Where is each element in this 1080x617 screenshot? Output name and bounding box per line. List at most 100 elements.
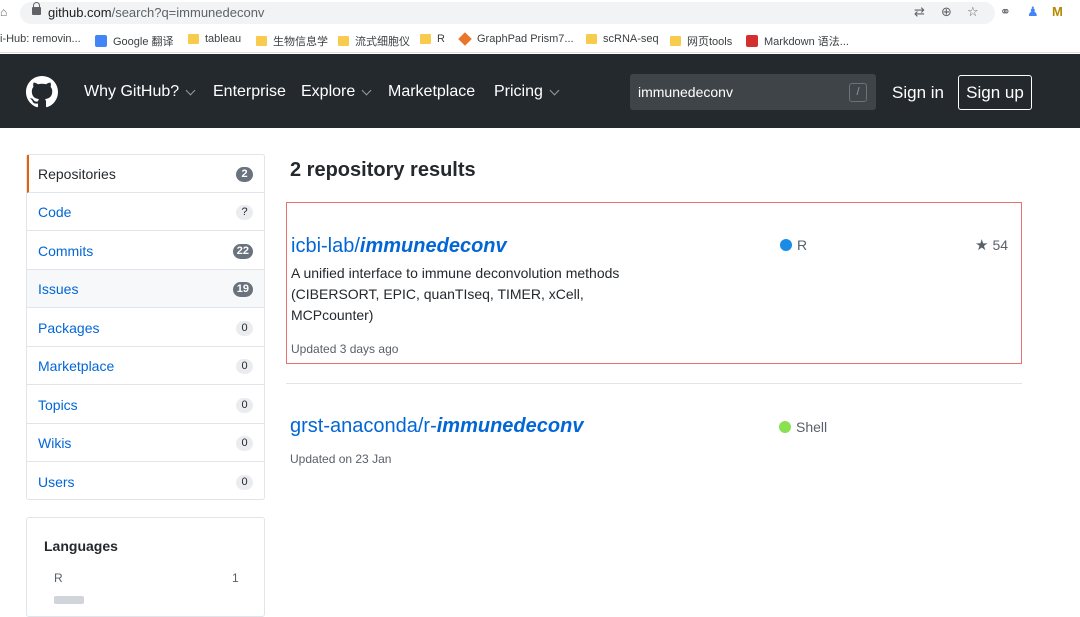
extension-m-icon[interactable]: M bbox=[1052, 4, 1063, 19]
language-color-dot-icon bbox=[780, 239, 792, 251]
browser-url-bar: ⌂ github.com/search?q=immunedeconv ⇄ ⊕ ☆… bbox=[0, 0, 1080, 27]
menu-item-wikis[interactable]: Wikis 0 bbox=[27, 424, 264, 462]
home-icon[interactable]: ⌂ bbox=[0, 5, 12, 19]
repo-result-item: icbi-lab/immunedeconv A unified interfac… bbox=[286, 202, 1022, 364]
bookmark-item[interactable]: i-Hub: removin... bbox=[0, 33, 81, 45]
menu-item-issues[interactable]: Issues 19 bbox=[27, 270, 264, 308]
repo-link[interactable]: grst-anaconda/r-immunedeconv bbox=[290, 415, 583, 438]
bookmark-label: Google 翻译 bbox=[113, 36, 174, 48]
bookmarks-bar: i-Hub: removin... Google 翻译 tableau 生物信息… bbox=[0, 27, 1080, 53]
menu-label: Code bbox=[38, 204, 72, 220]
bookmark-item[interactable]: 生物信息学 bbox=[256, 33, 328, 49]
counter-badge: 0 bbox=[236, 475, 253, 490]
url-host: github.com bbox=[48, 5, 112, 20]
nav-label: Pricing bbox=[494, 83, 543, 100]
bookmark-item[interactable]: 流式细胞仪 bbox=[338, 33, 410, 49]
nav-explore[interactable]: Explore bbox=[301, 83, 372, 101]
extension-icon-2[interactable]: ♟ bbox=[1027, 4, 1039, 20]
repo-owner: grst-anaconda/r- bbox=[290, 415, 437, 437]
graphpad-icon bbox=[458, 32, 472, 46]
bookmark-label: R bbox=[437, 33, 445, 45]
folder-icon bbox=[586, 34, 597, 44]
folder-icon bbox=[670, 36, 681, 46]
bookmark-star-icon[interactable]: ☆ bbox=[967, 4, 979, 20]
nav-label: Marketplace bbox=[388, 83, 476, 100]
chevron-down-icon bbox=[185, 85, 196, 95]
github-header: Why GitHub? Enterprise Explore Marketpla… bbox=[0, 54, 1080, 128]
bookmark-item[interactable]: scRNA-seq bbox=[586, 33, 659, 45]
bookmark-label: 生物信息学 bbox=[273, 36, 328, 48]
translate-icon[interactable]: ⇄ bbox=[914, 4, 925, 20]
counter-badge: ? bbox=[236, 205, 253, 220]
bookmark-item[interactable]: 网页tools bbox=[670, 33, 732, 49]
bookmark-label: Markdown 语法... bbox=[764, 36, 849, 48]
repo-stars[interactable]: ★ 54 bbox=[975, 236, 1008, 254]
search-input[interactable]: immunedeconv / bbox=[630, 74, 876, 110]
nav-label: Explore bbox=[301, 83, 356, 100]
bookmark-item[interactable]: tableau bbox=[188, 33, 241, 45]
repo-result-item: grst-anaconda/r-immunedeconv Updated on … bbox=[286, 383, 1022, 483]
menu-label: Marketplace bbox=[38, 358, 115, 374]
languages-panel: Languages R 1 bbox=[26, 517, 265, 617]
menu-label: Issues bbox=[38, 281, 79, 297]
counter-badge: 0 bbox=[236, 436, 253, 451]
menu-label: Commits bbox=[38, 243, 94, 259]
repo-language: R bbox=[780, 237, 807, 253]
menu-label: Users bbox=[38, 474, 75, 490]
counter-badge: 0 bbox=[236, 359, 253, 374]
extension-icon[interactable]: ⚭ bbox=[1000, 4, 1011, 20]
nav-enterprise[interactable]: Enterprise bbox=[213, 83, 286, 101]
repo-link[interactable]: icbi-lab/immunedeconv bbox=[291, 235, 507, 258]
csdn-icon bbox=[746, 35, 758, 47]
language-color-dot-icon bbox=[779, 421, 791, 433]
language-filter-clipped[interactable] bbox=[54, 596, 84, 604]
menu-item-marketplace[interactable]: Marketplace 0 bbox=[27, 347, 264, 385]
folder-icon bbox=[256, 36, 267, 46]
nav-label: Enterprise bbox=[213, 83, 286, 100]
address-text[interactable]: github.com/search?q=immunedeconv bbox=[48, 5, 264, 20]
counter-badge: 19 bbox=[232, 282, 253, 297]
sign-in-link[interactable]: Sign in bbox=[892, 83, 944, 103]
languages-title: Languages bbox=[44, 538, 118, 554]
repo-description: A unified interface to immune deconvolut… bbox=[291, 265, 620, 323]
chevron-down-icon bbox=[549, 85, 560, 95]
counter-badge: 0 bbox=[236, 398, 253, 413]
zoom-icon[interactable]: ⊕ bbox=[941, 4, 952, 20]
menu-item-commits[interactable]: Commits 22 bbox=[27, 232, 264, 270]
nav-why-github[interactable]: Why GitHub? bbox=[84, 83, 196, 101]
star-count: 54 bbox=[992, 237, 1009, 253]
menu-item-repositories[interactable]: Repositories 2 bbox=[27, 155, 264, 193]
bookmark-label: scRNA-seq bbox=[603, 33, 659, 45]
bookmark-item[interactable]: GraphPad Prism7... bbox=[458, 32, 574, 46]
url-path: /search?q=immunedeconv bbox=[111, 5, 265, 20]
github-logo-icon[interactable] bbox=[26, 76, 58, 108]
menu-item-packages[interactable]: Packages 0 bbox=[27, 309, 264, 347]
sign-up-button[interactable]: Sign up bbox=[958, 75, 1032, 110]
counter-badge: 22 bbox=[232, 244, 253, 259]
search-shortcut-key: / bbox=[849, 83, 867, 102]
menu-label: Repositories bbox=[38, 166, 116, 182]
menu-label: Packages bbox=[38, 320, 100, 336]
menu-item-users[interactable]: Users 0 bbox=[27, 463, 264, 501]
language-filter-r[interactable]: R bbox=[54, 571, 63, 585]
repo-name-highlight: immunedeconv bbox=[436, 415, 584, 437]
menu-label: Topics bbox=[38, 397, 78, 413]
results-heading: 2 repository results bbox=[290, 159, 476, 181]
menu-item-code[interactable]: Code ? bbox=[27, 193, 264, 231]
menu-item-topics[interactable]: Topics 0 bbox=[27, 386, 264, 424]
star-icon: ★ bbox=[975, 237, 989, 254]
search-type-menu: Repositories 2 Code ? Commits 22 Issues … bbox=[26, 154, 265, 500]
bookmark-item[interactable]: Google 翻译 bbox=[95, 33, 174, 49]
nav-pricing[interactable]: Pricing bbox=[494, 83, 560, 101]
google-translate-icon bbox=[95, 35, 107, 47]
repo-updated: Updated 3 days ago bbox=[291, 342, 399, 356]
lock-icon[interactable] bbox=[32, 2, 41, 15]
nav-label: Why GitHub? bbox=[84, 83, 180, 100]
bookmark-item[interactable]: Markdown 语法... bbox=[746, 33, 849, 49]
nav-marketplace[interactable]: Marketplace bbox=[388, 83, 475, 101]
repo-updated: Updated on 23 Jan bbox=[290, 452, 392, 466]
bookmark-item[interactable]: R bbox=[420, 33, 445, 45]
bookmark-label: i-Hub: removin... bbox=[0, 33, 81, 45]
menu-label: Wikis bbox=[38, 435, 72, 451]
language-label: Shell bbox=[796, 419, 828, 435]
